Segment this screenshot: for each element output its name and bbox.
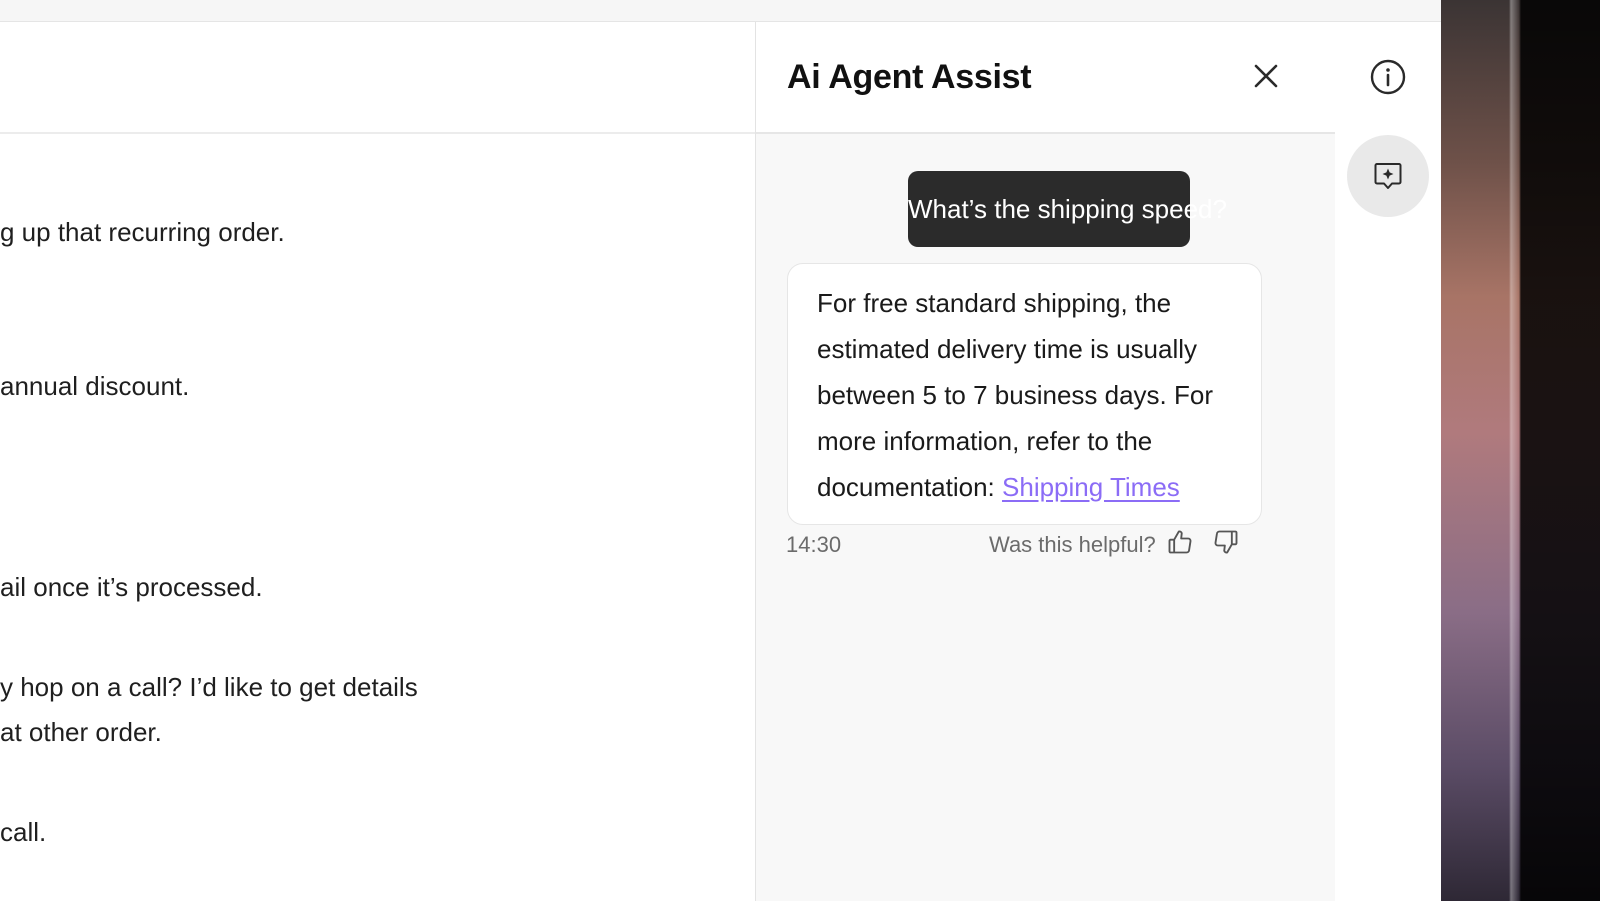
message-timestamp: 14:30	[786, 532, 842, 557]
assistant-message-bubble: For free standard shipping, the estimate…	[787, 263, 1262, 525]
desktop-wallpaper	[1441, 0, 1600, 901]
close-icon	[1254, 64, 1278, 88]
message-text: call.	[0, 817, 47, 847]
ai-sparkle-chat-icon	[1374, 163, 1402, 189]
info-button[interactable]	[1347, 36, 1429, 118]
thumbs-down-icon	[1214, 530, 1238, 554]
message-text: ail once it’s processed.	[0, 572, 263, 602]
message-text: g up that recurring order.	[0, 217, 285, 247]
assistant-message-text: For free standard shipping, the estimate…	[817, 288, 1214, 502]
ai-assist-header: Ai Agent Assist	[756, 22, 1335, 134]
feedback-prompt: Was this helpful?	[989, 532, 1156, 557]
right-rail	[1335, 22, 1441, 901]
shipping-times-link[interactable]: Shipping Times	[1002, 472, 1180, 502]
thumbs-up-icon	[1168, 530, 1192, 554]
user-message-bubble: What’s the shipping speed?	[908, 171, 1227, 247]
conversation-header	[0, 22, 755, 134]
message-text: y hop on a call? I’d like to get details	[0, 672, 418, 702]
message-text: at other order.	[0, 717, 162, 747]
ai-assist-panel: Ai Agent Assist What’s the shipping spee…	[755, 22, 1336, 901]
thumbs-up-button[interactable]	[1163, 525, 1197, 559]
top-bar	[0, 0, 1441, 22]
app-window: g up that recurring order. annual discou…	[0, 0, 1600, 901]
panel-title: Ai Agent Assist	[787, 58, 1032, 96]
close-button[interactable]	[1248, 58, 1284, 94]
info-icon	[1370, 59, 1406, 95]
message-text: annual discount.	[0, 371, 190, 401]
conversation-panel: g up that recurring order. annual discou…	[0, 22, 755, 901]
ai-assist-toggle-button[interactable]	[1347, 135, 1429, 217]
thumbs-down-button[interactable]	[1209, 525, 1243, 559]
